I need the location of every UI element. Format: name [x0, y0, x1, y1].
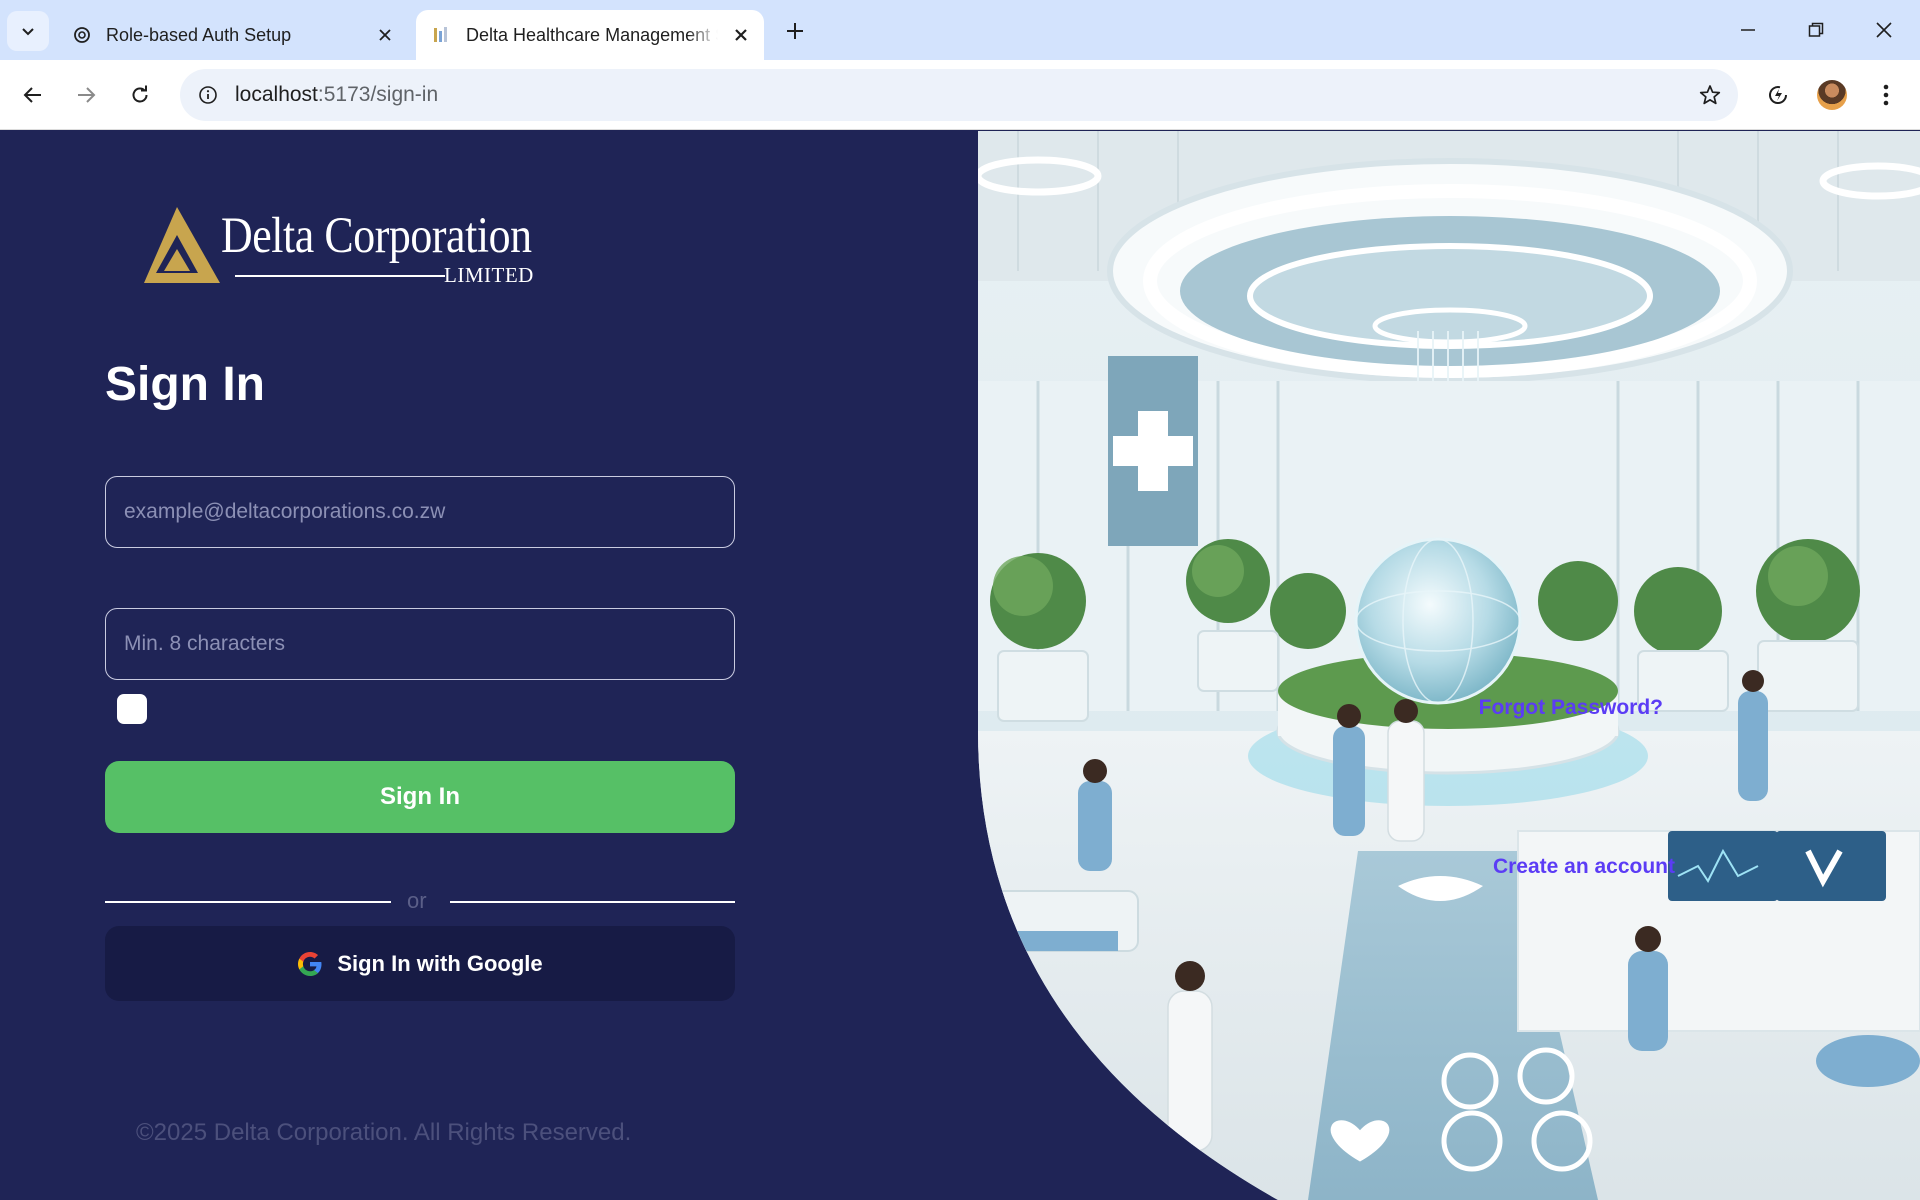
minimize-icon: [1741, 29, 1755, 31]
divider-line: [450, 901, 735, 903]
page-favicon-icon: [432, 25, 452, 45]
tab-delta-healthcare[interactable]: Delta Healthcare Management Syste: [416, 10, 764, 60]
menu-button[interactable]: [1868, 77, 1904, 113]
close-icon[interactable]: [374, 24, 396, 46]
sign-in-page: Delta Corporation LIMITED Sign In Forgot…: [0, 131, 1920, 1200]
url-path: :5173/sign-in: [317, 83, 439, 106]
password-field[interactable]: [105, 608, 735, 680]
tab-search-button[interactable]: [7, 11, 49, 51]
google-icon: [298, 951, 322, 976]
remember-me-checkbox[interactable]: [117, 694, 147, 724]
browser-tab-bar: Role-based Auth Setup Delta Healthcare M…: [0, 0, 1920, 60]
new-tab-button[interactable]: [778, 14, 812, 48]
tab-title: Role-based Auth Setup: [106, 24, 292, 45]
delta-corporation-logo: Delta Corporation LIMITED: [144, 201, 533, 291]
tab-title: Delta Healthcare Management Syste: [466, 24, 718, 45]
address-bar[interactable]: localhost:5173/sign-in: [180, 69, 1738, 121]
url-text[interactable]: localhost:5173/sign-in: [235, 83, 438, 107]
forward-button[interactable]: [64, 73, 108, 117]
chevron-down-icon: [22, 28, 34, 36]
delta-logo-mark: [144, 207, 220, 283]
logo-rule: [235, 275, 445, 277]
arrow-right-icon: [78, 87, 96, 103]
url-host: localhost: [235, 83, 318, 106]
restore-icon: [1808, 22, 1824, 37]
email-field[interactable]: [105, 476, 735, 548]
performance-icon[interactable]: [1760, 77, 1796, 113]
logo-sub: LIMITED: [444, 263, 534, 287]
page-title: Sign In: [105, 358, 265, 411]
openai-icon: [72, 25, 92, 45]
reload-button[interactable]: [118, 73, 162, 117]
email-input[interactable]: [106, 477, 734, 547]
google-sign-in-button[interactable]: Sign In with Google: [105, 926, 735, 1001]
google-sign-in-label: Sign In with Google: [337, 950, 543, 976]
create-account-link[interactable]: Create an account: [1493, 855, 1675, 879]
restore-button[interactable]: [1790, 8, 1842, 52]
password-input[interactable]: [106, 609, 734, 679]
divider-line: [105, 901, 391, 903]
hospital-illustration: [978, 131, 1920, 1200]
tab-role-based-auth[interactable]: Role-based Auth Setup: [56, 10, 408, 60]
close-window-button[interactable]: [1858, 8, 1910, 52]
arrow-left-icon: [23, 87, 41, 103]
logo-brand: Delta Corporation: [221, 208, 532, 264]
avatar: [1817, 80, 1847, 110]
sign-in-button[interactable]: Sign In: [105, 761, 735, 833]
copyright-footer: ©2025 Delta Corporation. All Rights Rese…: [136, 1119, 632, 1146]
minimize-button[interactable]: [1722, 8, 1774, 52]
profile-avatar[interactable]: [1814, 77, 1850, 113]
reload-icon: [132, 85, 148, 103]
browser-toolbar: localhost:5173/sign-in: [0, 60, 1920, 130]
site-info-icon[interactable]: [194, 81, 222, 109]
more-vertical-icon: [1883, 84, 1889, 106]
divider-or-label: or: [407, 888, 427, 913]
plus-icon: [787, 23, 803, 39]
close-icon: [1876, 22, 1892, 38]
back-button[interactable]: [11, 73, 55, 117]
bookmark-star-icon[interactable]: [1696, 81, 1724, 109]
close-icon[interactable]: [730, 24, 752, 46]
forgot-password-link[interactable]: Forgot Password?: [1479, 696, 1663, 720]
